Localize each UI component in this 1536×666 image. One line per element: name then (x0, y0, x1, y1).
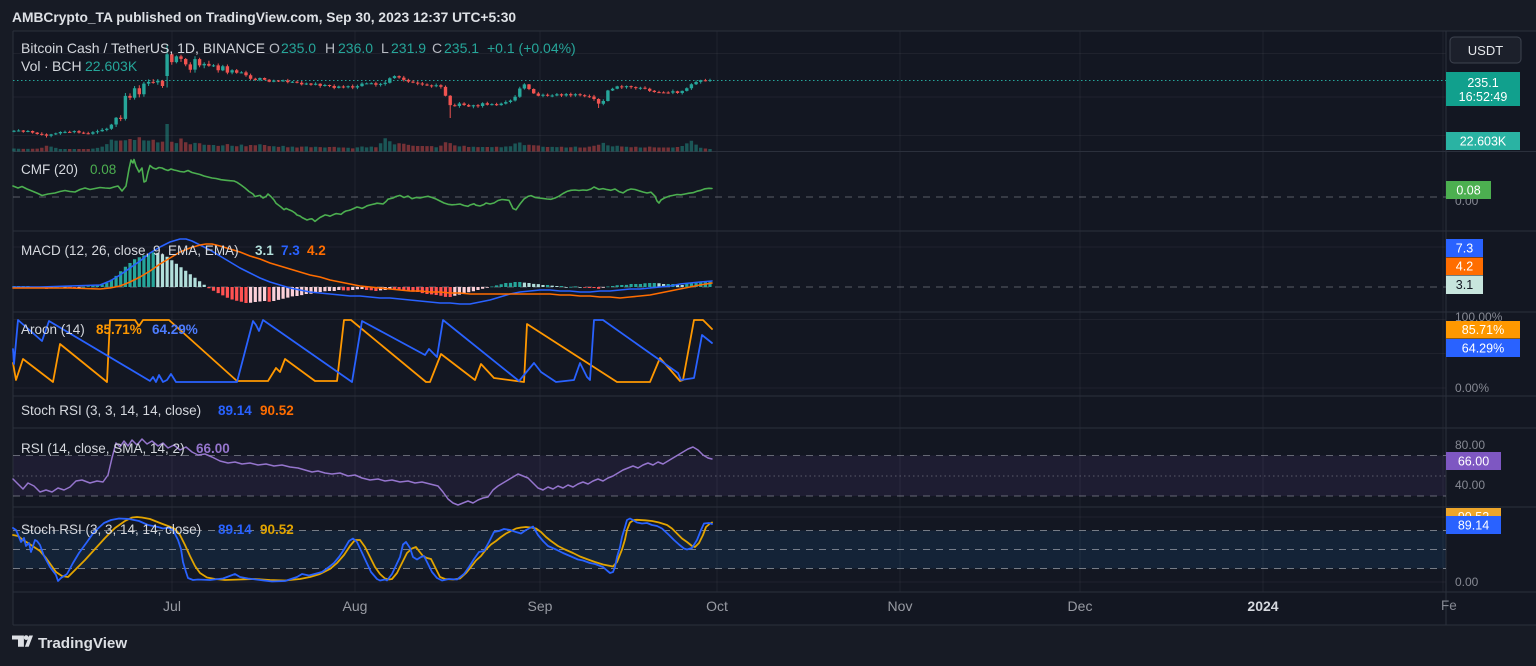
svg-text:Fe: Fe (1441, 598, 1457, 613)
svg-text:89.14: 89.14 (218, 403, 252, 418)
svg-text:USDT: USDT (1468, 43, 1503, 58)
svg-text:236.0: 236.0 (338, 40, 373, 56)
svg-text:16:52:49: 16:52:49 (1459, 90, 1508, 104)
svg-text:Dec: Dec (1068, 598, 1093, 614)
svg-text:TradingView: TradingView (38, 635, 127, 652)
svg-text:90.52: 90.52 (260, 522, 294, 537)
svg-text:22.603K: 22.603K (85, 58, 138, 74)
svg-text:3.1: 3.1 (255, 243, 274, 258)
svg-text:CMF (20): CMF (20) (21, 162, 78, 177)
svg-text:64.29%: 64.29% (1462, 341, 1504, 355)
svg-text:H: H (325, 40, 335, 56)
svg-text:85.71%: 85.71% (96, 322, 142, 337)
svg-text:Aroon (14): Aroon (14) (21, 322, 85, 337)
svg-text:235.1: 235.1 (444, 40, 479, 56)
svg-text:0.00: 0.00 (1455, 575, 1479, 589)
svg-text:4.2: 4.2 (1456, 260, 1473, 274)
svg-text:66.00: 66.00 (1458, 454, 1489, 468)
svg-text:Stoch RSI (3, 3, 14, 14, close: Stoch RSI (3, 3, 14, 14, close) (21, 522, 201, 537)
svg-text:89.14: 89.14 (1458, 518, 1489, 532)
svg-text:89.14: 89.14 (218, 522, 252, 537)
svg-text:235.1: 235.1 (1467, 76, 1498, 90)
svg-text:AMBCrypto_TA published on Trad: AMBCrypto_TA published on TradingView.co… (12, 10, 516, 25)
svg-text:0.08: 0.08 (1456, 183, 1480, 197)
svg-text:85.71%: 85.71% (1462, 323, 1504, 337)
svg-text:Stoch RSI (3, 3, 14, 14, close: Stoch RSI (3, 3, 14, 14, close) (21, 403, 201, 418)
svg-text:Sep: Sep (528, 598, 553, 614)
svg-text:·: · (44, 58, 49, 74)
svg-text:3.1: 3.1 (1456, 278, 1473, 292)
svg-text:40.00: 40.00 (1455, 478, 1485, 492)
svg-text:Oct: Oct (706, 598, 728, 614)
svg-text:Nov: Nov (888, 598, 913, 614)
svg-text:O: O (269, 40, 280, 56)
svg-text:22.603K: 22.603K (1460, 134, 1507, 148)
svg-text:Vol: Vol (21, 58, 40, 74)
svg-text:Jul: Jul (163, 598, 181, 614)
svg-text:+0.1 (+0.04%): +0.1 (+0.04%) (487, 40, 576, 56)
svg-text:7.3: 7.3 (1456, 241, 1473, 255)
svg-text:80.00: 80.00 (1455, 438, 1485, 452)
svg-text:0.08: 0.08 (90, 162, 116, 177)
svg-text:Aug: Aug (343, 598, 368, 614)
svg-text:0.00%: 0.00% (1455, 381, 1489, 395)
svg-text:RSI (14, close, SMA, 14, 2): RSI (14, close, SMA, 14, 2) (21, 441, 185, 456)
svg-text:90.52: 90.52 (260, 403, 294, 418)
svg-text:BCH: BCH (52, 58, 82, 74)
svg-text:2024: 2024 (1247, 598, 1278, 614)
svg-text:231.9: 231.9 (391, 40, 426, 56)
svg-text:4.2: 4.2 (307, 243, 326, 258)
svg-text:MACD (12, 26, close, 9, EMA, E: MACD (12, 26, close, 9, EMA, EMA) (21, 243, 239, 258)
svg-text:L: L (381, 40, 389, 56)
svg-text:66.00: 66.00 (196, 441, 230, 456)
svg-text:235.0: 235.0 (281, 40, 316, 56)
svg-text:64.29%: 64.29% (152, 322, 198, 337)
svg-text:C: C (432, 40, 442, 56)
svg-text:Bitcoin Cash / TetherUS, 1D, B: Bitcoin Cash / TetherUS, 1D, BINANCE (21, 40, 265, 56)
svg-text:7.3: 7.3 (281, 243, 300, 258)
